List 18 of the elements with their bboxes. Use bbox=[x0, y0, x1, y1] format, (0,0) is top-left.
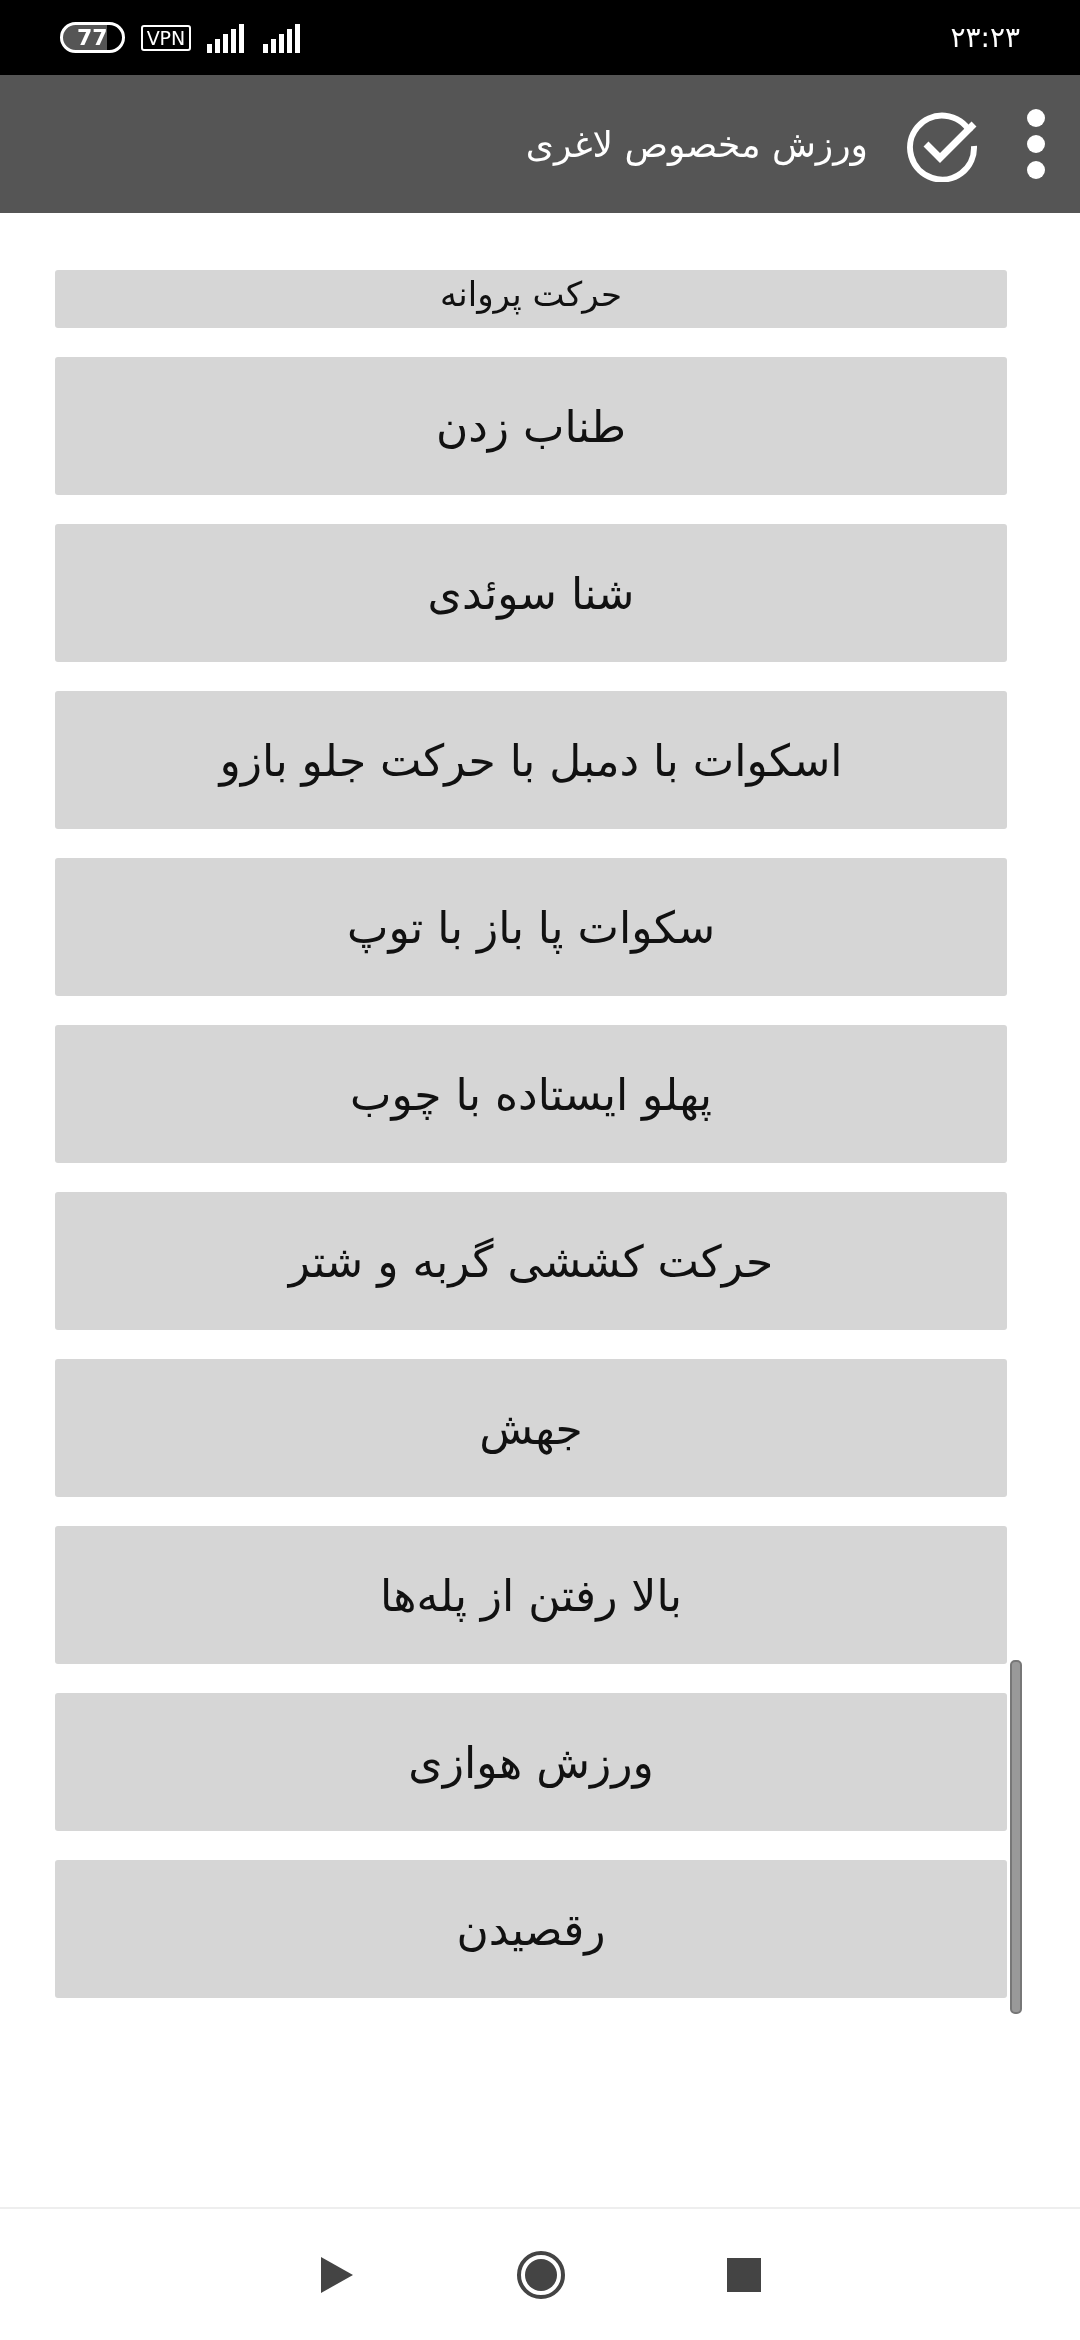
app-title: ورزش مخصوص لاغری bbox=[525, 123, 868, 165]
exercise-button[interactable]: حرکت پروانه bbox=[55, 270, 1007, 328]
exercise-button[interactable]: شنا سوئدی bbox=[55, 524, 1007, 662]
clock: ۲۳:۲۳ bbox=[950, 21, 1020, 54]
exercise-button[interactable]: ورزش هوازی bbox=[55, 1693, 1007, 1831]
recents-icon[interactable] bbox=[727, 2257, 761, 2292]
exercise-button[interactable]: بالا رفتن از پله‌ها bbox=[55, 1526, 1007, 1664]
exercise-button[interactable]: اسکوات با دمبل با حرکت جلو بازو bbox=[55, 691, 1007, 829]
back-icon[interactable] bbox=[319, 2254, 355, 2295]
home-icon[interactable] bbox=[515, 2248, 567, 2301]
exercise-button[interactable]: پهلو ایستاده با چوب bbox=[55, 1025, 1007, 1163]
vpn-indicator: VPN bbox=[140, 24, 192, 51]
exercise-button[interactable]: سکوات پا باز با توپ bbox=[55, 858, 1007, 996]
exercise-button[interactable]: جهش bbox=[55, 1359, 1007, 1497]
exercise-button[interactable]: رقصیدن bbox=[55, 1860, 1007, 1998]
exercise-button[interactable]: طناب زدن bbox=[55, 357, 1007, 495]
exercise-button[interactable]: حرکت کششی گربه و شتر bbox=[55, 1192, 1007, 1330]
battery-level: 77 bbox=[60, 22, 125, 53]
